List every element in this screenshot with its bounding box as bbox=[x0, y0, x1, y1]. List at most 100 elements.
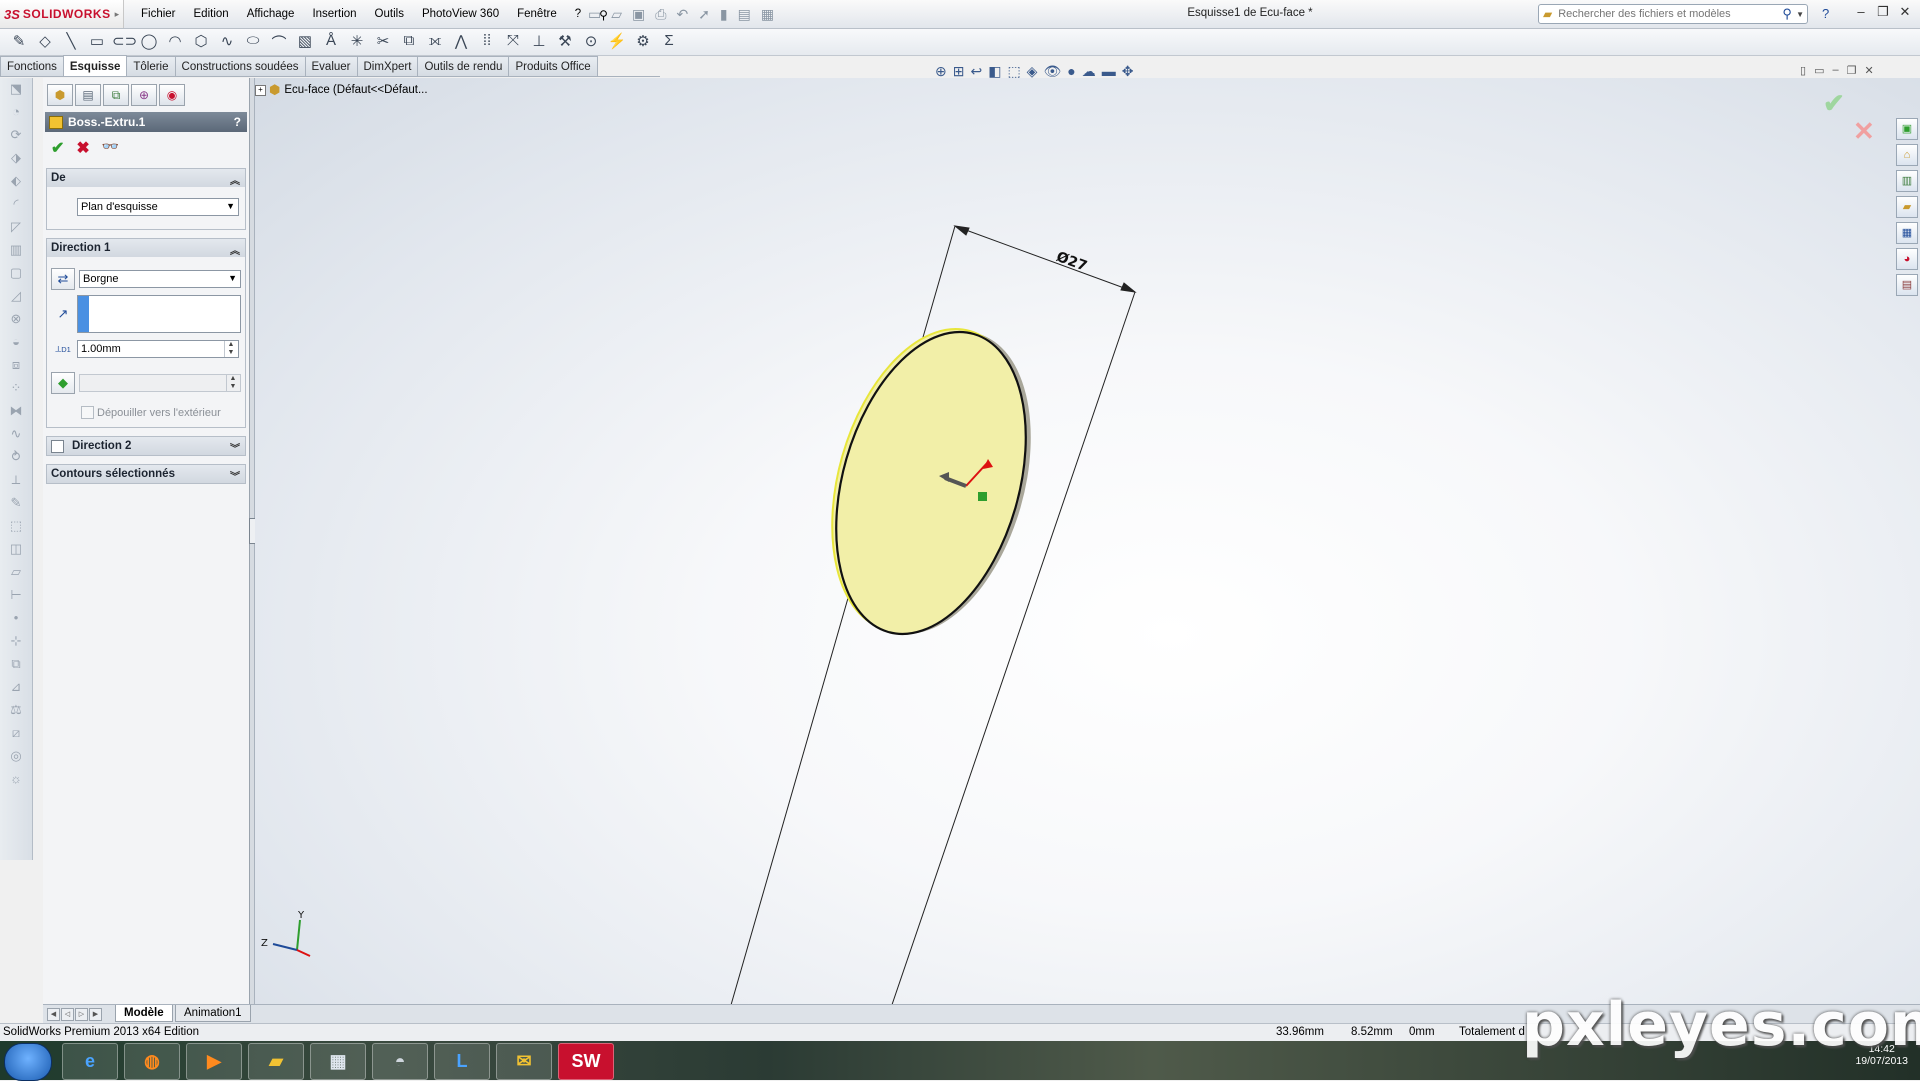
display-style-icon[interactable]: ◈ bbox=[1027, 63, 1038, 80]
undo-icon[interactable]: ↶ bbox=[676, 6, 688, 23]
fillet-icon[interactable]: ⌒ bbox=[268, 32, 290, 53]
tab-tolerie[interactable]: Tôlerie bbox=[126, 56, 176, 76]
tool-sweep-icon[interactable]: ⟳ bbox=[2, 127, 30, 147]
plane-icon[interactable]: ▧ bbox=[294, 32, 316, 53]
tool-pattern-icon[interactable]: ⁘ bbox=[2, 380, 30, 400]
tool-mirror-icon[interactable]: ⧓ bbox=[2, 403, 30, 423]
tab-outils-de-rendu[interactable]: Outils de rendu bbox=[417, 56, 510, 76]
tab-modele[interactable]: Modèle bbox=[115, 1005, 173, 1022]
zoom-area-icon[interactable]: ⊞ bbox=[953, 63, 965, 80]
solidworks-logo[interactable]: 3S SOLIDWORKS ▸ bbox=[0, 0, 124, 28]
first-tab-icon[interactable]: ◀ bbox=[47, 1008, 60, 1021]
help-button[interactable]: ? bbox=[1822, 6, 1829, 21]
split-view-icon[interactable]: ▯ bbox=[1800, 64, 1806, 77]
resources-icon[interactable]: ▣ bbox=[1896, 118, 1918, 140]
checkbox-box[interactable] bbox=[81, 406, 94, 419]
view-palette-icon[interactable]: ▦ bbox=[1896, 222, 1918, 244]
tool-hole-icon[interactable]: ⊗ bbox=[2, 311, 30, 331]
previous-view-icon[interactable]: ↩ bbox=[970, 63, 982, 80]
circle-icon[interactable]: ◯ bbox=[138, 32, 160, 53]
depth-spinner-icon[interactable]: ▲ ▼ bbox=[224, 341, 237, 357]
move-icon[interactable]: ⤧ bbox=[502, 32, 524, 53]
collapse-chevron-icon[interactable]: ︽ bbox=[230, 172, 240, 187]
explorer-taskbar-icon[interactable]: ▰ bbox=[248, 1043, 304, 1080]
group-direction2-header[interactable]: Direction 2 ︾ bbox=[47, 437, 245, 455]
display-manager-tab-icon[interactable]: ◉ bbox=[159, 84, 185, 106]
save-icon[interactable]: ▣ bbox=[632, 6, 645, 23]
appearance-icon[interactable]: ● bbox=[1067, 63, 1075, 80]
start-condition-select[interactable]: Plan d'esquisse ▼ bbox=[77, 198, 239, 216]
quick-snaps-icon[interactable]: ⊙ bbox=[580, 32, 602, 53]
open-icon[interactable]: ▱ bbox=[611, 6, 622, 23]
search-dropdown-icon[interactable]: ▼ bbox=[1796, 10, 1804, 19]
reverse-direction-icon[interactable]: ⇄ bbox=[51, 268, 75, 290]
file-explorer-icon[interactable]: ▰ bbox=[1896, 196, 1918, 218]
ellipse-icon[interactable]: ⬭ bbox=[242, 32, 264, 53]
collapse-chevron-icon[interactable]: ︽ bbox=[230, 242, 240, 257]
property-manager-tab-icon[interactable]: ▤ bbox=[75, 84, 101, 106]
restore-icon[interactable]: ❐ bbox=[1874, 4, 1892, 20]
tool-cut-icon[interactable]: ⬖ bbox=[2, 173, 30, 193]
solidworks-taskbar-icon[interactable]: SW bbox=[558, 1043, 614, 1080]
dimxpert-manager-tab-icon[interactable]: ⊕ bbox=[131, 84, 157, 106]
tab-produits-office[interactable]: Produits Office bbox=[508, 56, 598, 76]
tool-mass-icon[interactable]: ⚖ bbox=[2, 702, 30, 722]
pan-icon[interactable]: ✥ bbox=[1122, 63, 1134, 80]
tool-revolve-icon[interactable]: ◔ bbox=[2, 104, 30, 124]
view-settings-icon[interactable]: ▬ bbox=[1102, 63, 1116, 80]
search-box[interactable]: ▰ ⚲ ▼ bbox=[1538, 4, 1808, 24]
expand-chevron-icon[interactable]: ︾ bbox=[230, 440, 240, 455]
app-taskbar-icon[interactable]: ◓ bbox=[372, 1043, 428, 1080]
viewport-close-icon[interactable]: ✕ bbox=[1864, 64, 1873, 77]
dimension-text[interactable]: Ø27 bbox=[1054, 249, 1089, 275]
menu-fenetre[interactable]: Fenêtre bbox=[508, 6, 566, 24]
tool-loft-icon[interactable]: ⬗ bbox=[2, 150, 30, 170]
relations-icon[interactable]: ⊥ bbox=[528, 32, 550, 53]
rectangle-icon[interactable]: ▭ bbox=[86, 32, 108, 53]
end-condition-select[interactable]: Borgne ▼ bbox=[79, 270, 241, 288]
expand-chevron-icon[interactable]: ︾ bbox=[230, 468, 240, 483]
lync-taskbar-icon[interactable]: L bbox=[434, 1043, 490, 1080]
calculator-taskbar-icon[interactable]: ▦ bbox=[310, 1043, 366, 1080]
design-library-icon[interactable]: ▥ bbox=[1896, 170, 1918, 192]
tool-extrude-icon[interactable]: ⬔ bbox=[2, 81, 30, 101]
tool-measure-icon[interactable]: ⊿ bbox=[2, 679, 30, 699]
smart-dimension-icon[interactable]: ◇ bbox=[34, 32, 56, 53]
confirm-ok-icon[interactable]: ✔ bbox=[1823, 88, 1845, 119]
group-from-header[interactable]: De ︽ bbox=[47, 169, 245, 187]
arc-icon[interactable]: ◠ bbox=[164, 32, 186, 53]
menu-photoview[interactable]: PhotoView 360 bbox=[413, 6, 508, 24]
polygon-icon[interactable]: ⬡ bbox=[190, 32, 212, 53]
tool-dome-icon[interactable]: ◒ bbox=[2, 334, 30, 354]
mirror-icon[interactable]: ⋀ bbox=[450, 32, 472, 53]
rebuild-icon[interactable]: ▮ bbox=[720, 6, 728, 23]
feature-manager-tab-icon[interactable]: ⬢ bbox=[47, 84, 73, 106]
sketch-icon[interactable]: ✎ bbox=[8, 32, 30, 53]
tool-fillet-icon[interactable]: ◜ bbox=[2, 196, 30, 216]
repair-icon[interactable]: ⚒ bbox=[554, 32, 576, 53]
menu-fichier[interactable]: Fichier bbox=[132, 6, 185, 24]
group-selected-contours-header[interactable]: Contours sélectionnés ︾ bbox=[47, 465, 245, 483]
section-view-icon[interactable]: ◧ bbox=[988, 63, 1001, 80]
slot-icon[interactable]: ⊂⊃ bbox=[112, 32, 137, 53]
tool-sketch-icon[interactable]: ✎ bbox=[2, 495, 30, 515]
menu-edition[interactable]: Edition bbox=[185, 6, 238, 24]
options-icon[interactable]: ▦ bbox=[761, 6, 774, 23]
tile-view-icon[interactable]: ▭ bbox=[1814, 64, 1824, 77]
home-icon[interactable]: ⌂ bbox=[1896, 144, 1918, 166]
direction2-checkbox[interactable] bbox=[51, 439, 64, 453]
outlook-taskbar-icon[interactable]: ✉ bbox=[496, 1043, 552, 1080]
tool-3dsketch-icon[interactable]: ⬚ bbox=[2, 518, 30, 538]
depth-input[interactable]: 1.00mm ▲ ▼ bbox=[77, 340, 239, 358]
tool-draft-icon[interactable]: ◿ bbox=[2, 288, 30, 308]
hide-show-icon[interactable]: 👁 bbox=[1043, 63, 1061, 80]
sum-icon[interactable]: Σ bbox=[658, 32, 680, 53]
view-orientation-icon[interactable]: ⬚ bbox=[1007, 63, 1020, 80]
tool-helix-icon[interactable]: ⥁ bbox=[2, 449, 30, 469]
text-icon[interactable]: Å bbox=[320, 32, 342, 53]
viewport-minimize-icon[interactable]: – bbox=[1832, 64, 1838, 77]
tool-box-icon[interactable]: ◫ bbox=[2, 541, 30, 561]
tool-point-icon[interactable]: • bbox=[2, 610, 30, 630]
config-manager-tab-icon[interactable]: ⧉ bbox=[103, 84, 129, 106]
media-player-taskbar-icon[interactable]: ▶ bbox=[186, 1043, 242, 1080]
